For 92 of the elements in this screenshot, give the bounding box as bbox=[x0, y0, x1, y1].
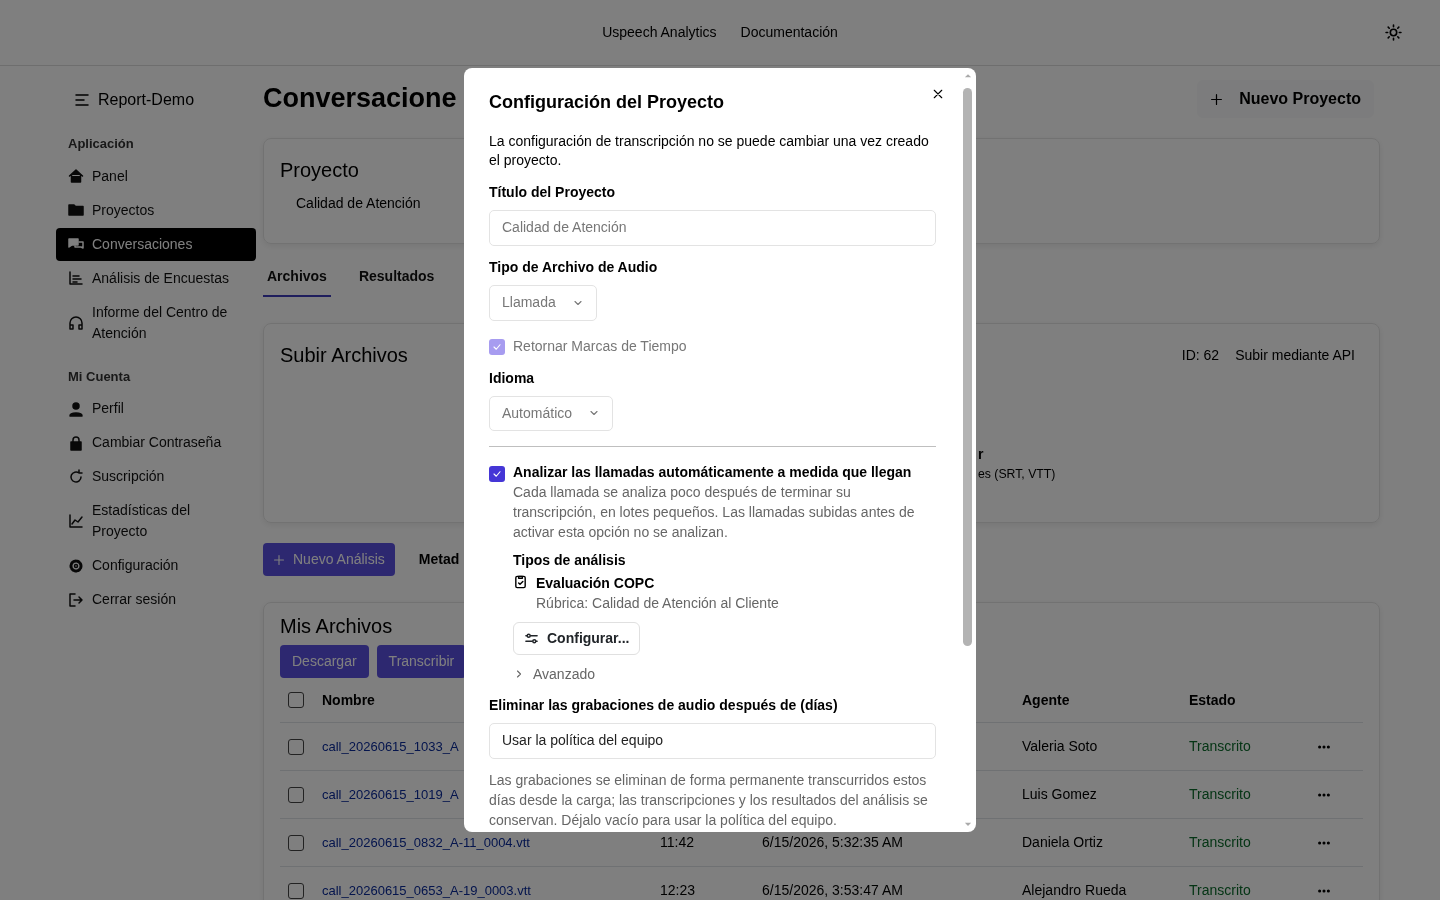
row-checkbox[interactable] bbox=[288, 834, 304, 851]
column-header: Estado bbox=[1189, 691, 1236, 708]
user-icon bbox=[68, 400, 84, 417]
lock-icon bbox=[68, 434, 84, 451]
action-button[interactable]: Descargar bbox=[280, 645, 369, 678]
sidebar-item[interactable]: Cerrar sesión bbox=[56, 583, 256, 616]
field-label: Tipo de Archivo de Audio bbox=[489, 258, 658, 278]
api-link[interactable]: Subir mediante API bbox=[1235, 344, 1355, 366]
nav-link[interactable]: Uspeech Analytics bbox=[602, 22, 717, 43]
bar-chart-icon bbox=[68, 270, 84, 286]
audio-type-select: Llamada bbox=[489, 284, 597, 321]
nav-link[interactable]: Documentación bbox=[740, 22, 838, 43]
refresh-icon bbox=[68, 468, 84, 485]
sidebar-item[interactable]: Conversaciones bbox=[56, 227, 256, 261]
close-icon bbox=[932, 88, 944, 101]
configure-button[interactable]: Configurar... bbox=[513, 621, 641, 655]
section-heading: Tipos de análisis bbox=[513, 550, 626, 570]
project-id: ID: 62 bbox=[1181, 345, 1220, 365]
row-checkbox[interactable] bbox=[288, 786, 304, 803]
row-checkbox[interactable] bbox=[288, 738, 304, 755]
analysis-name: Evaluación COPC bbox=[536, 573, 655, 593]
menu-icon bbox=[74, 92, 90, 108]
sidebar-item[interactable]: Informe del Centro de Atención bbox=[56, 295, 256, 350]
field-label: Idioma bbox=[489, 368, 535, 388]
status-text: Transcrito bbox=[1189, 882, 1251, 898]
page-title: Conversacione bbox=[263, 82, 457, 116]
table-cell: Alejandro Rueda bbox=[1022, 882, 1127, 898]
language-select: Automático bbox=[489, 395, 614, 432]
project-name: Calidad de Atención bbox=[296, 194, 421, 213]
auto-analyze-checkbox[interactable] bbox=[489, 466, 505, 483]
sun-icon bbox=[1385, 24, 1402, 41]
plus-icon bbox=[1210, 92, 1224, 106]
upload-hint: es (SRT, VTT) bbox=[978, 466, 1056, 483]
select-all-checkbox[interactable] bbox=[288, 692, 304, 708]
home-icon bbox=[68, 168, 84, 184]
table-cell: 6/15/2026, 3:53:47 AM bbox=[762, 882, 903, 898]
clipboard-check-icon bbox=[513, 573, 528, 589]
sidebar-item[interactable]: Estadísticas del Proyecto bbox=[56, 494, 256, 548]
field-label: Eliminar las grabaciones de audio después de (días) bbox=[489, 696, 838, 716]
plus-icon bbox=[273, 553, 285, 566]
row-checkbox[interactable] bbox=[288, 882, 304, 899]
status-text: Transcrito bbox=[1189, 786, 1251, 802]
sidebar-item[interactable]: Perfil bbox=[56, 392, 256, 425]
checkbox-label: Retornar Marcas de Tiempo bbox=[513, 336, 687, 356]
line-chart-icon bbox=[68, 513, 84, 529]
sidebar-item[interactable]: Suscripción bbox=[56, 460, 256, 493]
table-cell: 12:23 bbox=[660, 882, 696, 898]
option-description: Cada llamada se analiza poco después de terminar su transcripción, en lotes pequeños. Las llamadas subidas antes de activar esta opción no se analizan. bbox=[513, 483, 916, 543]
column-header: Agente bbox=[1022, 691, 1070, 708]
tab[interactable]: Resultados bbox=[354, 260, 439, 297]
section-heading: Mi Cuenta bbox=[68, 367, 131, 386]
table-cell: Luis Gomez bbox=[1022, 786, 1097, 802]
brand-name: Report-Demo bbox=[98, 90, 195, 110]
table-cell: Valeria Soto bbox=[1022, 738, 1098, 754]
sidebar-item[interactable]: Cambiar Contraseña bbox=[56, 426, 256, 459]
field-label: Título del Proyecto bbox=[489, 183, 615, 203]
new-analysis-button[interactable]: Nuevo Análisis bbox=[263, 543, 395, 576]
sidebar-item[interactable]: Análisis de Encuestas bbox=[56, 261, 256, 295]
file-link[interactable]: call_20260615_0832_A-11_0004.vtt bbox=[322, 835, 530, 850]
modal-note: La configuración de transcripción no se puede cambiar una vez creado el proyecto. bbox=[489, 131, 930, 171]
table-cell: 6/15/2026, 5:32:35 AM bbox=[762, 834, 903, 850]
tab[interactable]: Archivos bbox=[263, 260, 331, 297]
modal-title: Configuración del Proyecto bbox=[489, 91, 726, 114]
status-text: Transcrito bbox=[1189, 834, 1251, 850]
column-header: Nombre bbox=[322, 691, 375, 708]
file-link[interactable]: call_20260615_1033_A bbox=[322, 739, 459, 754]
action-button[interactable]: Transcribir bbox=[376, 645, 467, 678]
table-cell: Daniela Ortiz bbox=[1022, 834, 1103, 850]
card-title: Subir Archivos bbox=[280, 343, 408, 368]
section-heading: Aplicación bbox=[68, 135, 134, 153]
folder-icon bbox=[68, 202, 84, 218]
rubric-text: Rúbrica: Calidad de Atención al Cliente bbox=[536, 593, 779, 613]
sidebar-item[interactable]: Configuración bbox=[56, 549, 256, 582]
scrollbar-thumb[interactable] bbox=[963, 88, 972, 646]
file-link[interactable]: call_20260615_1019_A bbox=[322, 787, 459, 802]
retention-field[interactable]: Usar la política del equipo bbox=[489, 723, 936, 760]
sidebar-item[interactable]: Panel bbox=[56, 159, 256, 193]
tab[interactable]: Metad bbox=[418, 549, 460, 570]
help-text: Las grabaciones se eliminan de forma permanente transcurridos estos días desde la carga; las transcripciones y los resultados del análisis se conservan. Déjalo vacío para usar la política del equipo. bbox=[489, 771, 929, 830]
sidebar-item[interactable]: Proyectos bbox=[56, 193, 256, 227]
upload-hint: r bbox=[978, 445, 984, 464]
status-text: Transcrito bbox=[1189, 738, 1251, 754]
checkbox-label: Analizar las llamadas automáticamente a medida que llegan bbox=[513, 463, 913, 483]
card-title: Mis Archivos bbox=[280, 614, 393, 639]
title-field: Calidad de Atención bbox=[489, 210, 936, 247]
chat-icon bbox=[68, 236, 84, 252]
file-link[interactable]: call_20260615_0653_A-19_0003.vtt bbox=[322, 883, 531, 898]
advanced-toggle[interactable]: Avanzado bbox=[513, 664, 595, 685]
logout-icon bbox=[68, 591, 84, 608]
table-cell: 11:42 bbox=[660, 834, 694, 850]
headset-icon bbox=[68, 314, 84, 331]
card-title: Proyecto bbox=[280, 158, 359, 183]
